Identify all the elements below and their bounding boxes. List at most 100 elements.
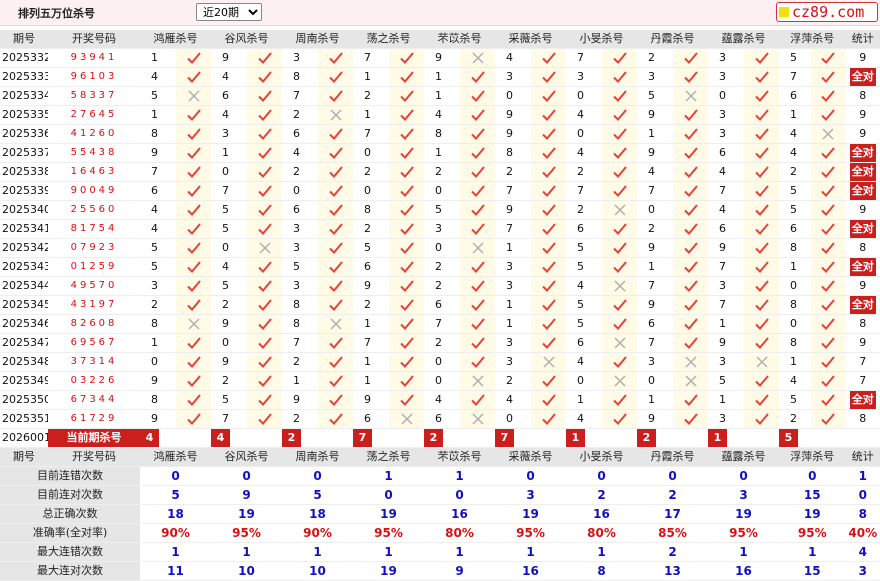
kill-number-cell: 2 (637, 219, 673, 240)
check-icon (531, 333, 566, 354)
check-icon (811, 48, 846, 69)
column-header: 周南杀号 (282, 447, 353, 468)
check-icon (176, 162, 211, 183)
cross-icon (460, 409, 495, 430)
check-icon (176, 276, 211, 297)
table-row: 2025342 07923 5 0 3 5 0 1 5 9 9 8 8 (0, 238, 880, 259)
stat-cell: 9 (845, 200, 880, 221)
kill-number-cell: 2 (140, 295, 176, 316)
check-icon (744, 48, 779, 69)
check-icon (811, 238, 846, 259)
stats-value: 1 (424, 542, 495, 563)
current-kill-badge: 4 (211, 429, 230, 447)
check-icon (460, 67, 495, 88)
stat-cell: 全对 (845, 143, 880, 164)
check-icon (389, 86, 424, 107)
current-kill-value: 5 (779, 428, 846, 449)
stats-label: 目前连错次数 (0, 466, 140, 487)
table-row: 2025347 69567 1 0 7 7 2 3 6 7 9 8 9 (0, 333, 880, 354)
kill-number-cell: 4 (566, 409, 602, 430)
current-kill-badge: 7 (495, 429, 514, 447)
stat-value: 8 (859, 317, 867, 331)
check-icon (744, 295, 779, 316)
kill-number-cell: 8 (282, 295, 318, 316)
kill-number-cell: 5 (424, 200, 460, 221)
kill-number-cell: 2 (282, 352, 318, 373)
check-icon (744, 124, 779, 145)
table-row: 2025338 16463 7 0 2 2 2 2 2 4 4 2 全对 (0, 162, 880, 183)
draw-number-cell: 25560 (48, 200, 140, 221)
stats-value: 2 (637, 542, 708, 563)
kill-number-cell: 4 (637, 162, 673, 183)
stat-cell: 7 (845, 352, 880, 373)
check-icon (176, 409, 211, 430)
check-icon (247, 67, 282, 88)
column-header: 丹霞杀号 (637, 447, 708, 468)
cross-icon (176, 86, 211, 107)
check-icon (673, 143, 708, 164)
kill-number-cell: 9 (353, 390, 389, 411)
stat-value: 9 (859, 203, 867, 217)
kill-number-cell: 1 (211, 143, 247, 164)
period-range-select[interactable]: 近20期 (196, 3, 262, 21)
stats-value: 0 (566, 466, 637, 487)
stats-value: 16 (495, 561, 566, 581)
current-kill-badge: 1 (566, 429, 585, 447)
check-icon (460, 86, 495, 107)
draw-number-cell: 69567 (48, 333, 140, 354)
check-icon (811, 257, 846, 278)
period-cell: 2025343 (0, 257, 48, 278)
kill-number-cell: 0 (495, 409, 531, 430)
check-icon (602, 124, 637, 145)
kill-number-cell: 9 (353, 276, 389, 297)
check-icon (247, 295, 282, 316)
check-icon (247, 86, 282, 107)
kill-number-cell: 9 (424, 48, 460, 69)
kill-number-cell: 5 (637, 86, 673, 107)
kill-number-cell: 4 (140, 67, 176, 88)
kill-number-cell: 1 (495, 295, 531, 316)
kill-number-cell: 5 (566, 295, 602, 316)
cross-icon (318, 314, 353, 335)
draw-number-cell: 43197 (48, 295, 140, 316)
check-icon (247, 200, 282, 221)
check-icon (531, 390, 566, 411)
kill-number-cell: 4 (211, 67, 247, 88)
kill-number-cell: 7 (708, 295, 744, 316)
current-kill-row: 2026001 当前期杀号 4 4 2 7 2 7 1 2 1 5 (0, 428, 880, 449)
stats-row: 目前连错次数 0 0 0 1 1 0 0 0 0 0 1 (0, 466, 880, 487)
header-row: 期号 开奖号码 鸿雁杀号 谷风杀号 周南杀号 荡之杀号 芣苡杀号 采薇杀号 小旻杀号 丹霞杀号 蕴露… (0, 30, 880, 50)
check-icon (602, 390, 637, 411)
kill-number-cell: 0 (424, 181, 460, 202)
stat-value: 9 (859, 108, 867, 122)
kill-number-cell: 5 (779, 48, 811, 69)
check-icon (176, 352, 211, 373)
kill-number-cell: 1 (708, 390, 744, 411)
kill-number-cell: 7 (566, 48, 602, 69)
site-logo[interactable]: cz89.com (776, 2, 878, 22)
stats-value: 19 (708, 504, 779, 525)
check-icon (744, 143, 779, 164)
stats-row: 总正确次数 18 19 18 19 16 19 16 17 19 19 8 (0, 504, 880, 525)
kill-number-cell: 4 (424, 390, 460, 411)
check-icon (318, 371, 353, 392)
stats-value: 0 (353, 485, 424, 506)
period-cell: 2025333 (0, 67, 48, 88)
check-icon (389, 181, 424, 202)
stat-cell: 8 (845, 238, 880, 259)
kill-number-cell: 0 (566, 371, 602, 392)
check-icon (318, 162, 353, 183)
stats-value: 10 (282, 561, 353, 581)
stat-value: 全对 (849, 258, 876, 276)
kill-number-cell: 9 (708, 333, 744, 354)
check-icon (247, 409, 282, 430)
kill-number-cell: 7 (566, 181, 602, 202)
kill-number-cell: 8 (140, 390, 176, 411)
check-icon (673, 295, 708, 316)
check-icon (460, 314, 495, 335)
kill-number-cell: 6 (566, 219, 602, 240)
kill-number-cell: 5 (211, 390, 247, 411)
table-row: 2025350 67344 8 5 9 9 4 4 1 1 1 5 全对 (0, 390, 880, 411)
kill-number-cell: 6 (353, 257, 389, 278)
stat-cell: 全对 (845, 390, 880, 411)
